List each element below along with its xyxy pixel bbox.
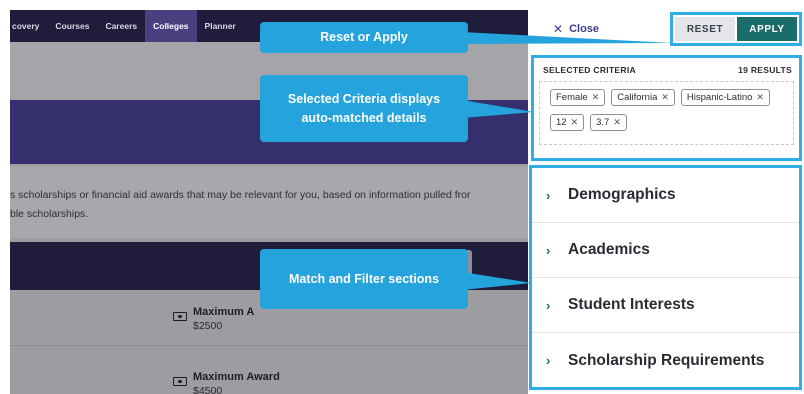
award-label: Maximum A <box>193 306 255 318</box>
nav-item-careers[interactable]: Careers <box>97 10 145 42</box>
section-label: Academics <box>568 241 650 258</box>
results-count: 19 RESULTS <box>738 65 792 75</box>
selected-criteria-header: SELECTED CRITERIA 19 RESULTS <box>539 62 794 75</box>
match-filter-sections: › Demographics › Academics › Student Int… <box>529 165 802 390</box>
criteria-chip-gpa[interactable]: 3.7 ✕ <box>590 114 627 131</box>
remove-x-icon[interactable]: ✕ <box>661 92 669 103</box>
award-info: Maximum A $2500 <box>173 306 254 333</box>
section-label: Scholarship Requirements <box>568 351 765 369</box>
nav-item-courses[interactable]: Courses <box>47 10 97 42</box>
apply-button[interactable]: APPLY <box>737 17 797 41</box>
criteria-chip-list: Female ✕ California ✕ Hispanic-Latino ✕ … <box>539 81 794 145</box>
callout-text-line-1: Selected Criteria displays <box>287 91 441 106</box>
criteria-chip-california[interactable]: California ✕ <box>611 89 675 106</box>
section-demographics[interactable]: › Demographics <box>532 168 799 223</box>
section-label: Demographics <box>568 186 676 203</box>
criteria-chip-female[interactable]: Female ✕ <box>550 89 606 106</box>
chip-label: California <box>617 92 658 103</box>
award-label: Maximum Award <box>193 371 280 383</box>
close-button[interactable]: ✕ Close <box>553 22 599 36</box>
intro-line-2: ble scholarships. <box>10 208 89 220</box>
callout-match-filter: Match and Filter sections <box>260 249 468 309</box>
remove-x-icon[interactable]: ✕ <box>571 117 579 128</box>
chevron-right-icon: › <box>546 353 551 368</box>
remove-x-icon[interactable]: ✕ <box>613 117 621 128</box>
scholarship-row[interactable]: Maximum Award $4500 <box>10 348 528 394</box>
chevron-right-icon: › <box>546 297 551 313</box>
intro-line-1: s scholarships or financial aid awards t… <box>10 189 471 201</box>
reset-apply-actions: RESET APPLY <box>670 12 802 46</box>
section-scholarship-requirements[interactable]: › Scholarship Requirements <box>532 333 799 388</box>
nav-item-colleges[interactable]: Colleges <box>145 10 197 42</box>
money-icon <box>173 312 187 321</box>
section-academics[interactable]: › Academics <box>532 223 799 278</box>
chip-label: Hispanic-Latino <box>686 92 753 103</box>
callout-selected-criteria: Selected Criteria displays auto-matched … <box>260 75 468 142</box>
award-value: $2500 <box>193 320 223 332</box>
callout-reset-apply: Reset or Apply <box>260 22 468 53</box>
intro-text: s scholarships or financial aid awards t… <box>10 166 528 238</box>
reset-button[interactable]: RESET <box>675 17 735 41</box>
chip-label: 12 <box>556 117 567 128</box>
remove-x-icon[interactable]: ✕ <box>756 92 764 103</box>
screenshot-stage: covery Courses Careers Colleges Planner … <box>0 0 804 394</box>
chip-label: Female <box>556 92 588 103</box>
chevron-right-icon: › <box>546 187 551 203</box>
chip-label: 3.7 <box>596 117 610 128</box>
callout-text-line-2: auto-matched details <box>301 110 427 125</box>
award-info: Maximum Award $4500 <box>173 371 280 394</box>
remove-x-icon[interactable]: ✕ <box>592 92 600 103</box>
nav-item-discovery[interactable]: covery <box>10 10 47 42</box>
money-icon <box>173 377 187 386</box>
section-student-interests[interactable]: › Student Interests <box>532 278 799 333</box>
background-page: covery Courses Careers Colleges Planner … <box>10 10 528 394</box>
close-label: Close <box>569 23 600 35</box>
chevron-right-icon: › <box>546 242 551 258</box>
callout-text: Match and Filter sections <box>288 271 440 286</box>
criteria-chip-hispanic-latino[interactable]: Hispanic-Latino ✕ <box>680 89 770 106</box>
callout-text: Reset or Apply <box>320 30 408 44</box>
close-icon: ✕ <box>553 22 564 36</box>
award-value: $4500 <box>193 385 223 394</box>
selected-criteria-panel: SELECTED CRITERIA 19 RESULTS Female ✕ Ca… <box>531 55 802 161</box>
section-label: Student Interests <box>568 296 695 313</box>
selected-criteria-heading: SELECTED CRITERIA <box>543 65 636 75</box>
criteria-chip-grade[interactable]: 12 ✕ <box>550 114 585 131</box>
nav-item-planner[interactable]: Planner <box>197 10 244 42</box>
